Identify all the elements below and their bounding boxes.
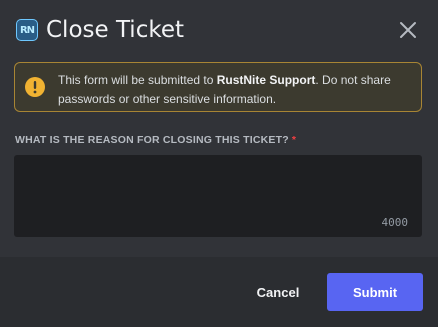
reason-field-label: WHAT IS THE REASON FOR CLOSING THIS TICK… (15, 134, 296, 146)
warning-icon (25, 77, 45, 97)
warning-text: This form will be submitted to RustNite … (58, 71, 410, 109)
modal-title: Close Ticket (46, 17, 185, 43)
close-ticket-modal: RN Close Ticket This form will be submit… (0, 0, 438, 327)
modal-footer: Cancel Submit (0, 257, 438, 327)
cancel-button[interactable]: Cancel (244, 273, 312, 311)
close-button[interactable] (398, 20, 418, 40)
reason-label-text: WHAT IS THE REASON FOR CLOSING THIS TICK… (15, 134, 289, 146)
warning-text-before: This form will be submitted to (58, 73, 217, 87)
warning-notice: This form will be submitted to RustNite … (14, 62, 422, 112)
required-marker: * (291, 134, 297, 146)
app-icon: RN (16, 19, 38, 41)
reason-textarea[interactable]: 4000 (14, 155, 422, 237)
close-icon (400, 22, 416, 38)
character-counter: 4000 (381, 216, 409, 229)
modal-header: RN Close Ticket (0, 0, 438, 60)
submit-button[interactable]: Submit (327, 273, 423, 311)
warning-bot-name: RustNite Support (216, 73, 316, 87)
